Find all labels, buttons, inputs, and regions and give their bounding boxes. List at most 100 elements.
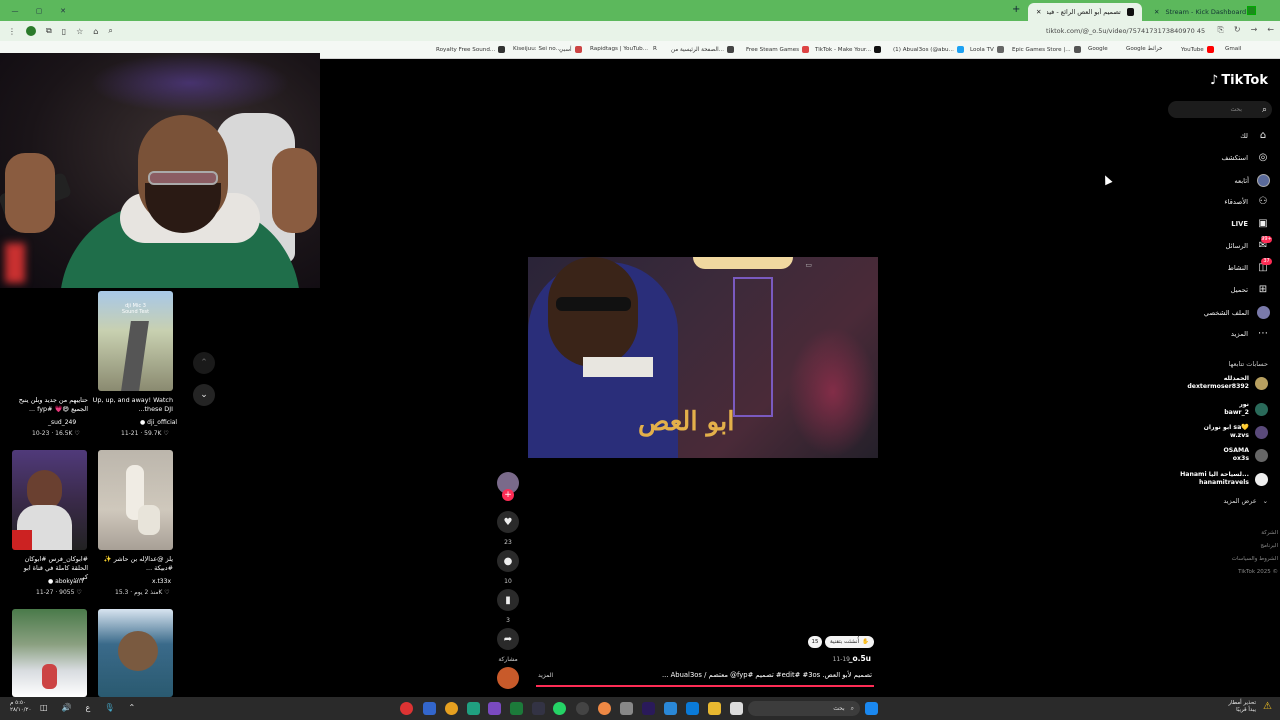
tab-search-icon[interactable]: ⌕ [108, 26, 112, 36]
app-icon[interactable] [488, 702, 501, 715]
weather-widget[interactable]: تحذير أمطار يبدأ قريبًا [1228, 700, 1256, 714]
volume-icon[interactable]: 🔊 [62, 703, 72, 712]
bookmark-item[interactable]: R [653, 46, 657, 52]
reload-icon[interactable]: ↻ [1234, 25, 1241, 35]
chrome-icon[interactable] [445, 702, 458, 715]
windows-start-icon[interactable] [865, 702, 878, 715]
save-action[interactable]: ▮ 3 [497, 589, 519, 624]
see-more-button[interactable]: المزيد [538, 672, 553, 679]
tab-kick[interactable]: ✕ Stream - Kick Dashboard [1146, 3, 1258, 21]
video-caption[interactable]: يلز @عدالإله بن حاشر ✨ #دبيكة ... [93, 555, 173, 573]
share-icon[interactable]: ➦ [497, 628, 519, 650]
bookmark-item[interactable]: Kiseijuu: Sei no... [513, 46, 561, 52]
bookmark-item[interactable]: الصفحة الرئيسية من... [671, 46, 734, 53]
obs-icon[interactable] [576, 702, 589, 715]
video-caption[interactable]: Up, up, and away! Watch these DJI... [91, 396, 173, 414]
app-icon[interactable] [664, 702, 677, 715]
following-account[interactable]: Hanami لسياحة اليا... hanamitravels [1180, 471, 1268, 487]
see-more-following[interactable]: عرض المزيد ⌄ [1223, 497, 1268, 505]
video-username[interactable]: _sud_249 [48, 419, 76, 426]
taskbar-search[interactable]: بحث ⌕ [748, 701, 860, 716]
sidebar-icon[interactable]: ▯ [62, 27, 66, 36]
notifications-icon[interactable]: ◫ [40, 703, 48, 712]
tray-chevron-icon[interactable]: ⌃ [128, 703, 135, 712]
video-thumbnail[interactable] [98, 609, 173, 697]
picture-in-picture-icon[interactable]: ▭ [805, 261, 812, 269]
bookmark-item[interactable]: Gmail [1225, 46, 1241, 52]
video-username[interactable]: x.t33x [152, 578, 171, 585]
like-action[interactable]: ♥ 23 [497, 511, 519, 546]
extensions-icon[interactable]: ⧉ [46, 26, 52, 36]
close-tab-icon[interactable]: ✕ [1154, 8, 1159, 16]
video-thumbnail[interactable] [12, 450, 87, 550]
search-icon[interactable]: ⌕ [1262, 105, 1267, 115]
app-icon[interactable] [467, 702, 480, 715]
sidebar-item-upload[interactable]: تحميل ⊞ [1231, 284, 1270, 295]
bookmark-item[interactable]: Google [1088, 46, 1108, 52]
sidebar-item-messages[interactable]: الرسائل ✉ 99+ [1225, 236, 1272, 251]
profile-icon[interactable] [26, 26, 36, 36]
video-thumbnail[interactable]: dji Mic 3 Sound Test [98, 291, 173, 391]
app-icon[interactable] [423, 702, 436, 715]
bookmark-item[interactable]: YouTube [1181, 46, 1214, 53]
bookmark-item[interactable]: أسبي [559, 46, 582, 53]
bookmark-icon[interactable]: ▮ [497, 589, 519, 611]
bookmark-item[interactable]: Free Steam Games [746, 46, 810, 53]
chrome-icon[interactable] [598, 702, 611, 715]
file-explorer-icon[interactable] [708, 702, 721, 715]
menu-dots-icon[interactable]: ⋮ [8, 27, 16, 36]
back-icon[interactable]: ← [1267, 25, 1274, 35]
app-icon[interactable] [620, 702, 633, 715]
sidebar-item-explore[interactable]: استكشف ◎ [1222, 152, 1271, 163]
video-caption[interactable]: حتايبهم من جديد وبلن ينبح الجميع 😄💗 #fyp… [8, 396, 88, 414]
bookmark-item[interactable]: Google خرائط [1126, 46, 1162, 52]
app-icon[interactable] [532, 702, 545, 715]
new-tab-button[interactable]: + [1012, 4, 1020, 15]
sidebar-item-activity[interactable]: النشاط ◫ 37 [1228, 258, 1272, 273]
premiere-icon[interactable] [642, 702, 655, 715]
clock[interactable]: ٥:٥٠ م ٢٨/١٠/٢٠ [10, 700, 31, 714]
sound-avatar[interactable] [497, 667, 519, 689]
forward-icon[interactable]: → [1251, 25, 1258, 35]
footer-terms[interactable]: الشروط والسياسات [1232, 556, 1278, 562]
video-username[interactable]: ● dji_official [140, 419, 177, 426]
app-icon[interactable] [730, 702, 743, 715]
excel-icon[interactable] [510, 702, 523, 715]
main-video-player[interactable]: ابو العص ▭ [528, 257, 878, 458]
ai-generated-chip[interactable]: أُنشئت بتقنية ✋ [825, 636, 874, 648]
minimize-icon[interactable]: — [10, 7, 20, 15]
tab-tiktok[interactable]: ✕ تصميم أبو العص الرائع - فيد... [1028, 3, 1142, 21]
following-account[interactable]: الحمدلله dextermoser8392 [1187, 375, 1268, 391]
cast-icon[interactable]: ⌂ [93, 27, 98, 36]
heart-icon[interactable]: ♥ [497, 511, 519, 533]
sidebar-item-more[interactable]: المزيد ⋯ [1231, 328, 1270, 339]
video-author[interactable]: _o.5u [849, 654, 871, 663]
app-icon[interactable] [400, 702, 413, 715]
bookmark-item[interactable]: Rapidtags | YouTub... [590, 46, 648, 52]
video-caption[interactable]: تصميم لأبو العص. edit# #3os# تصميم #fyp@… [662, 671, 872, 679]
bookmark-item[interactable]: Royalty Free Sound... [436, 46, 506, 53]
previous-video-button[interactable]: ⌃ [193, 352, 215, 374]
search-input[interactable]: بحث ⌕ [1168, 101, 1272, 118]
video-username[interactable]: ● abokyan7 [48, 578, 84, 585]
following-account[interactable]: OSAMA ox3s [1224, 447, 1268, 463]
bookmark-item[interactable]: (1) Abual3os (@abu... [893, 46, 964, 53]
edge-icon[interactable] [686, 702, 699, 715]
sidebar-item-live[interactable]: LIVE ▣ [1231, 218, 1270, 229]
following-account[interactable]: ابو نوران sa💛 w.zvs [1204, 424, 1268, 440]
bookmark-star-icon[interactable]: ☆ [76, 27, 83, 36]
following-account[interactable]: نور bawr_2 [1224, 401, 1268, 417]
bookmark-item[interactable]: TikTok - Make Your... [815, 46, 882, 53]
sidebar-item-for-you[interactable]: لك ⌂ [1240, 130, 1270, 141]
restore-icon[interactable]: ▢ [34, 7, 44, 15]
close-tab-icon[interactable]: ✕ [1036, 8, 1041, 16]
video-progress-bar[interactable] [536, 685, 874, 687]
sidebar-item-profile[interactable]: الملف الشخصي [1204, 306, 1270, 319]
bookmark-item[interactable]: Loola TV [970, 46, 1004, 53]
sidebar-item-following[interactable]: أتابعه [1234, 174, 1270, 187]
footer-program[interactable]: البرنامج [1260, 543, 1278, 549]
video-thumbnail[interactable] [12, 609, 87, 697]
follow-plus-icon[interactable]: + [502, 489, 514, 501]
mic-icon[interactable]: 🎙 [104, 703, 114, 712]
share-action[interactable]: ➦ مشاركة [497, 628, 519, 663]
